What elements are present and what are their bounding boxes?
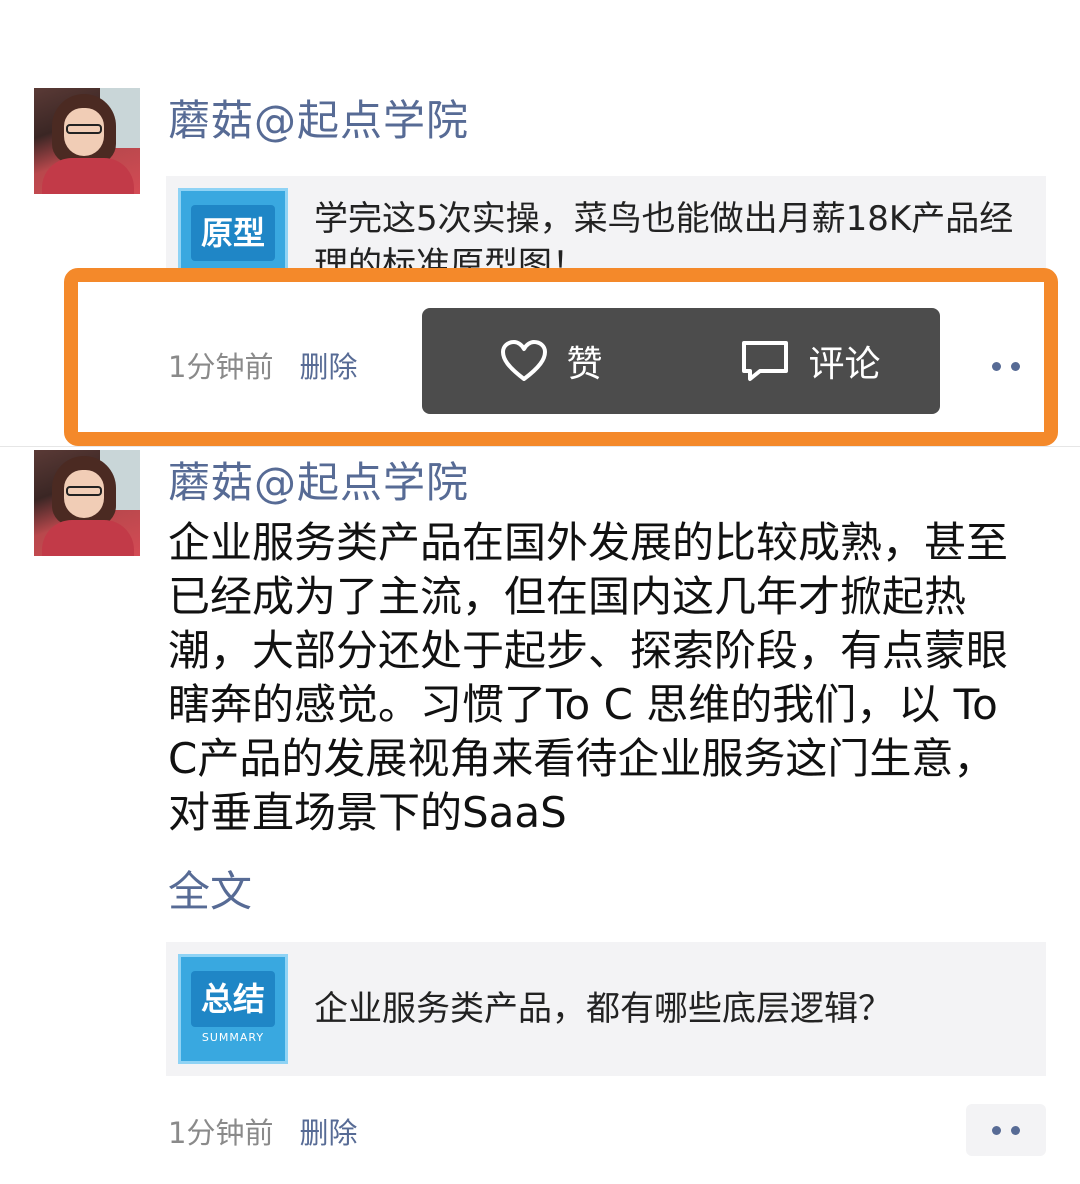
card-title: 企业服务类产品，都有哪些底层逻辑？ — [314, 989, 892, 1029]
avatar[interactable] — [34, 450, 140, 556]
post-meta: 1分钟前删除 — [168, 1110, 357, 1152]
more-button[interactable] — [966, 1104, 1046, 1156]
username[interactable]: 蘑菇@起点学院 — [168, 96, 469, 146]
thumbnail-tag: 原型 — [191, 205, 275, 261]
card-thumbnail: 总结 SUMMARY — [178, 954, 288, 1064]
divider — [0, 446, 1080, 447]
highlight-box — [64, 268, 1058, 446]
delete-link[interactable]: 删除 — [299, 1116, 357, 1150]
thumbnail-subtitle: SUMMARY — [201, 1031, 265, 1044]
more-dot — [1011, 1125, 1020, 1135]
avatar[interactable] — [34, 88, 140, 194]
link-card[interactable]: 总结 SUMMARY 企业服务类产品，都有哪些底层逻辑？ — [166, 942, 1046, 1076]
post-body-text: 企业服务类产品在国外发展的比较成熟，甚至已经成为了主流，但在国内这几年才掀起热潮… — [168, 518, 1009, 837]
thumbnail-tag: 总结 — [191, 971, 275, 1027]
timestamp: 1分钟前 — [168, 1116, 274, 1150]
username[interactable]: 蘑菇@起点学院 — [168, 458, 469, 508]
full-text-link[interactable]: 全文 — [168, 858, 252, 919]
more-dot — [992, 1125, 1001, 1135]
